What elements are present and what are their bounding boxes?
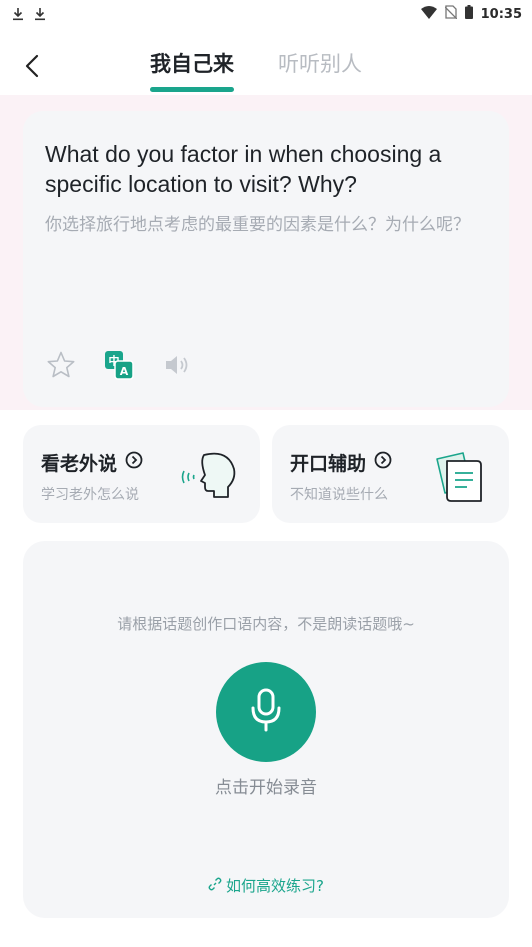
no-sim-icon [444, 5, 458, 23]
tab-listen-others-label: 听听别人 [278, 52, 362, 76]
status-bar: 10:35 [0, 0, 532, 28]
back-button[interactable] [14, 50, 50, 86]
helper-card-watch-native[interactable]: 看老外说 学习老外怎么说 [23, 425, 260, 523]
practice-tips-label: 如何高效练习? [226, 877, 324, 895]
svg-text:A: A [120, 365, 129, 378]
battery-icon [464, 5, 473, 23]
chevron-left-icon [25, 54, 39, 82]
app-screen: 10:35 我自己来 听听别人 What do you factor in wh… [0, 0, 532, 947]
helper-card-speaking-aid[interactable]: 开口辅助 不知道说些什么 [272, 425, 509, 523]
favorite-button[interactable] [45, 351, 77, 383]
question-english: What do you factor in when choosing a sp… [45, 141, 442, 197]
record-button[interactable] [216, 662, 316, 762]
speaker-icon [162, 350, 192, 384]
speaking-head-icon [178, 447, 242, 507]
star-icon [46, 350, 76, 384]
download-icon [12, 7, 24, 21]
status-left [12, 7, 46, 21]
translate-button[interactable]: 中 A [103, 351, 135, 383]
mode-tabs: 我自己来 听听别人 [150, 48, 362, 92]
circle-arrow-icon [125, 451, 143, 474]
tab-self-label: 我自己来 [150, 52, 234, 76]
record-label: 点击开始录音 [215, 778, 317, 798]
circle-arrow-icon [374, 451, 392, 474]
status-time: 10:35 [480, 6, 522, 22]
helper-title-text: 看老外说 [41, 453, 118, 475]
question-chinese: 你选择旅行地点考虑的最重要的因素是什么？为什么呢？ [45, 215, 470, 235]
document-icon [427, 447, 491, 507]
translate-icon: 中 A [104, 350, 134, 384]
question-actions: 中 A [45, 351, 193, 383]
practice-tips-link[interactable]: 如何高效练习? [23, 875, 509, 896]
helper-title-text: 开口辅助 [290, 453, 367, 475]
status-right: 10:35 [420, 5, 522, 23]
microphone-icon [246, 687, 286, 737]
link-icon [208, 877, 222, 895]
tab-listen-others[interactable]: 听听别人 [278, 48, 362, 92]
wifi-icon [420, 5, 437, 23]
tab-self[interactable]: 我自己来 [150, 48, 234, 92]
download-icon [34, 7, 46, 21]
question-card: What do you factor in when choosing a sp… [23, 111, 509, 407]
active-tab-indicator [150, 87, 234, 92]
play-audio-button[interactable] [161, 351, 193, 383]
record-panel: 请根据话题创作口语内容，不是朗读话题哦~ 点击开始录音 如何高效练习? [23, 541, 509, 918]
record-hint: 请根据话题创作口语内容，不是朗读话题哦~ [117, 615, 415, 633]
top-header: 我自己来 听听别人 [0, 40, 532, 94]
